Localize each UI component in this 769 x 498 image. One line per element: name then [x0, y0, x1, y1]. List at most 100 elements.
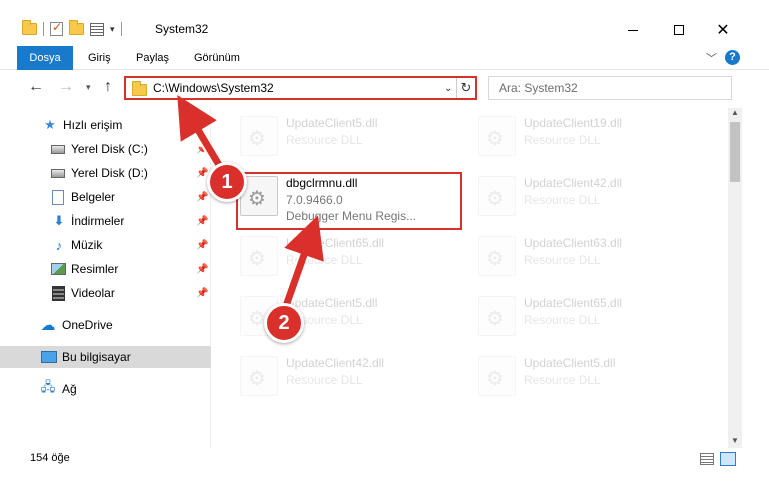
file-name: UpdateClient5.dll: [286, 296, 378, 310]
dll-file-icon: [478, 176, 516, 216]
file-description: Resource DLL: [286, 133, 363, 147]
file-item[interactable]: UpdateClient42.dll Resource DLL: [240, 350, 470, 402]
pin-icon[interactable]: 📌: [196, 240, 208, 251]
dll-file-icon: [478, 236, 516, 276]
highlight-box: [236, 172, 462, 230]
new-folder-icon[interactable]: [69, 20, 84, 35]
folder-icon: [22, 20, 37, 35]
file-name: UpdateClient42.dll: [524, 176, 623, 190]
pin-icon[interactable]: 📌: [196, 264, 208, 275]
file-description: Resource DLL: [524, 253, 601, 267]
sidebar-item-label: İndirmeler: [71, 214, 125, 228]
file-description: Resource DLL: [286, 373, 363, 387]
properties-list-icon[interactable]: [90, 22, 104, 36]
up-arrow-icon[interactable]: ↑: [104, 78, 112, 96]
scroll-up-icon[interactable]: ▲: [731, 108, 739, 117]
file-item[interactable]: UpdateClient19.dll Resource DLL: [478, 110, 708, 162]
pin-icon[interactable]: 📌: [196, 144, 208, 155]
disk-icon: [51, 168, 65, 178]
expand-ribbon-chevron-icon[interactable]: ﹀: [706, 50, 717, 66]
pin-icon[interactable]: 📌: [196, 192, 208, 203]
file-list: UpdateClient5.dll Resource DLL UpdateCli…: [212, 108, 726, 448]
sidebar-item-label: Müzik: [71, 238, 103, 252]
file-item[interactable]: UpdateClient65.dll Resource DLL: [240, 230, 470, 282]
computer-icon: [41, 351, 57, 363]
downloads-icon: ⬇: [53, 213, 65, 228]
sidebar-item-this-pc[interactable]: Bu bilgisayar: [0, 346, 211, 368]
sidebar-item-label: Ağ: [62, 382, 77, 396]
file-description: Resource DLL: [524, 193, 601, 207]
sidebar-item-pictures[interactable]: Resimler 📌: [0, 258, 211, 280]
file-description: Resource DLL: [524, 373, 601, 387]
file-name: UpdateClient63.dll: [524, 236, 623, 250]
navigation-bar: ← → ▾ ↑ C:\Windows\System32 ⌄ ↻ Ara: Sys…: [0, 74, 769, 102]
maximize-button[interactable]: [656, 16, 702, 44]
sidebar-item-downloads[interactable]: ⬇ İndirmeler 📌: [0, 210, 211, 232]
file-description: Resource DLL: [286, 253, 363, 267]
sidebar-item-network[interactable]: 🖧 Ağ: [0, 378, 211, 400]
file-name: UpdateClient42.dll: [286, 356, 385, 370]
step-2-badge: 2: [264, 303, 304, 343]
properties-check-icon[interactable]: [50, 20, 63, 36]
tab-file[interactable]: Dosya: [17, 46, 73, 70]
dll-file-icon: [478, 356, 516, 396]
details-view-icon[interactable]: [700, 453, 714, 465]
sidebar-item-label: Bu bilgisayar: [62, 350, 131, 364]
quick-access-toolbar: ▾: [22, 20, 122, 38]
title-bar: ▾ System32 ✕: [0, 0, 769, 44]
navigation-pane: ★ Hızlı erişim Yerel Disk (C:) 📌 Yerel D…: [0, 108, 211, 448]
dll-file-icon: [240, 116, 278, 156]
file-item[interactable]: UpdateClient42.dll Resource DLL: [478, 170, 708, 222]
videos-icon: [52, 285, 65, 301]
file-item[interactable]: UpdateClient63.dll Resource DLL: [478, 230, 708, 282]
sidebar-item-documents[interactable]: Belgeler 📌: [0, 186, 211, 208]
help-icon[interactable]: ?: [725, 50, 740, 65]
item-count: 154 öğe: [30, 452, 70, 464]
sidebar-item-local-disk-d[interactable]: Yerel Disk (D:) 📌: [0, 162, 211, 184]
documents-icon: [52, 189, 64, 205]
step-1-badge: 1: [207, 162, 247, 202]
toolbar-separator: [43, 22, 44, 36]
minimize-button[interactable]: [610, 16, 656, 44]
back-arrow-icon[interactable]: ←: [28, 78, 44, 96]
recent-locations-chevron-icon[interactable]: ▾: [86, 82, 91, 93]
file-name: UpdateClient5.dll: [524, 356, 616, 370]
file-item[interactable]: UpdateClient5.dll Resource DLL: [240, 110, 470, 162]
tiles-view-icon[interactable]: [720, 452, 736, 466]
dll-file-icon: [478, 296, 516, 336]
address-path[interactable]: C:\Windows\System32: [153, 81, 274, 95]
file-item[interactable]: UpdateClient5.dll Resource DLL: [478, 350, 708, 402]
address-bar[interactable]: C:\Windows\System32 ⌄ ↻: [124, 76, 477, 100]
sidebar-item-label: Yerel Disk (D:): [71, 166, 148, 180]
address-dropdown-icon[interactable]: ⌄: [444, 83, 452, 94]
toolbar-separator: [120, 22, 122, 36]
sidebar-item-local-disk-c[interactable]: Yerel Disk (C:) 📌: [0, 138, 211, 160]
network-icon: 🖧: [40, 379, 56, 394]
search-input[interactable]: Ara: System32: [488, 76, 732, 100]
ribbon-tabs: Dosya Giriş Paylaş Görünüm ﹀ ?: [0, 46, 769, 70]
sidebar-item-videos[interactable]: Videolar 📌: [0, 282, 211, 304]
tab-share[interactable]: Paylaş: [136, 46, 169, 70]
pin-icon[interactable]: 📌: [196, 288, 208, 299]
tab-home[interactable]: Giriş: [88, 46, 111, 70]
dll-file-icon: [240, 356, 278, 396]
pin-icon[interactable]: 📌: [196, 216, 208, 227]
sidebar-item-label: Belgeler: [71, 190, 116, 204]
sidebar-item-onedrive[interactable]: ☁ OneDrive: [0, 314, 211, 336]
close-button[interactable]: ✕: [700, 16, 746, 44]
pictures-icon: [51, 263, 66, 275]
scroll-down-icon[interactable]: ▼: [731, 436, 739, 445]
scrollbar-thumb[interactable]: [730, 122, 740, 182]
file-item[interactable]: UpdateClient65.dll Resource DLL: [478, 290, 708, 342]
tab-view[interactable]: Görünüm: [194, 46, 240, 70]
sidebar-item-quick-access[interactable]: ★ Hızlı erişim: [0, 114, 211, 136]
minimize-icon: [628, 29, 638, 31]
customize-toolbar-dropdown-icon[interactable]: ▾: [110, 24, 115, 35]
dll-file-icon: [478, 116, 516, 156]
sidebar-item-music[interactable]: ♪ Müzik 📌: [0, 234, 211, 256]
vertical-scrollbar[interactable]: ▲ ▼: [728, 108, 742, 448]
refresh-icon[interactable]: ↻: [456, 78, 475, 98]
sidebar-item-label: Resimler: [71, 262, 119, 276]
file-name: UpdateClient65.dll: [286, 236, 385, 250]
forward-arrow-icon[interactable]: →: [58, 78, 74, 96]
